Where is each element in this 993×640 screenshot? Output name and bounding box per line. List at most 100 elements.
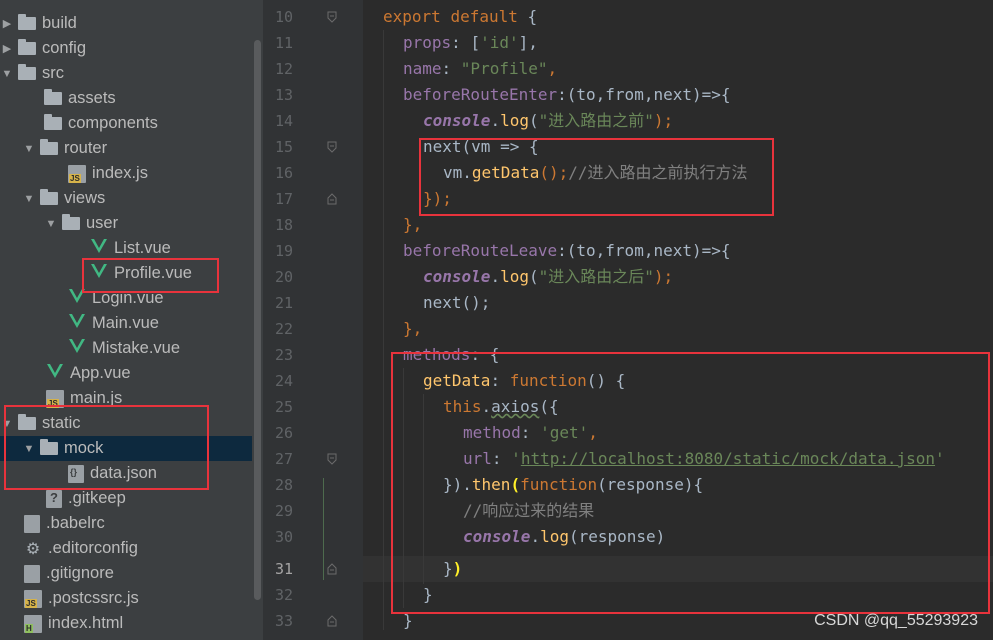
code-line-21[interactable]: next();: [423, 290, 490, 316]
line-number: 25: [274, 398, 293, 416]
unknown-file-icon: [46, 489, 62, 508]
tree-item-editorconfig[interactable]: ⚙ .editorconfig: [0, 536, 252, 561]
tree-item-label: List.vue: [114, 239, 171, 257]
folder-icon: [18, 14, 36, 30]
vue-file-icon: [68, 314, 86, 333]
js-file-icon: [68, 164, 86, 183]
tree-item-label: build: [42, 14, 77, 32]
code-line-12[interactable]: name: "Profile",: [403, 56, 557, 82]
highlight-box-profile: [82, 258, 219, 293]
gear-icon: ⚙: [25, 540, 41, 558]
code-line-20[interactable]: console.log("进入路由之后");: [423, 264, 673, 290]
tree-item-postcssrc-js[interactable]: .postcssrc.js: [0, 586, 252, 611]
line-number: 26: [274, 424, 293, 442]
tree-item-label: index.js: [92, 164, 148, 182]
tree-item-main-vue[interactable]: Main.vue: [0, 311, 252, 336]
file-icon: [24, 514, 40, 533]
fold-close-icon[interactable]: [327, 615, 337, 627]
vue-file-icon: [46, 364, 64, 383]
highlight-box-methods: [391, 352, 990, 614]
project-tree: ▶ build ▶ config ▼ src assets components…: [0, 0, 252, 640]
tree-item-label: .gitignore: [46, 564, 114, 582]
tree-item-build[interactable]: ▶ build: [0, 11, 252, 36]
html-file-icon: [24, 614, 42, 633]
js-file-icon: [24, 589, 42, 608]
tree-scrollbar-thumb[interactable]: [254, 40, 261, 600]
code-line-10[interactable]: export default {: [383, 4, 537, 30]
line-number: 12: [274, 60, 293, 78]
expand-arrow-icon[interactable]: ▶: [0, 42, 14, 55]
tree-item-babelrc[interactable]: .babelrc: [0, 511, 252, 536]
vue-file-icon: [90, 239, 108, 258]
tree-item-index-js[interactable]: index.js: [0, 161, 252, 186]
tree-item-label: router: [64, 139, 108, 157]
folder-icon: [44, 114, 62, 130]
folder-icon: [62, 214, 80, 230]
line-number: 17: [274, 190, 293, 208]
line-number: 24: [274, 372, 293, 390]
folder-icon: [18, 39, 36, 55]
tree-clipped-row: [0, 0, 100, 4]
tree-item-gitignore[interactable]: .gitignore: [0, 561, 252, 586]
tree-item-config[interactable]: ▶ config: [0, 36, 252, 61]
tree-scrollbar[interactable]: [252, 0, 263, 640]
tree-item-label: Mistake.vue: [92, 339, 181, 357]
tree-item-router[interactable]: ▼ router: [0, 136, 252, 161]
code-line-14[interactable]: console.log("进入路由之前");: [423, 108, 673, 134]
line-number: 14: [274, 112, 293, 130]
line-number: 27: [274, 450, 293, 468]
tree-item-components[interactable]: components: [0, 111, 252, 136]
fold-open-icon[interactable]: [327, 141, 337, 153]
line-number: 19: [274, 242, 293, 260]
collapse-arrow-icon[interactable]: ▼: [0, 68, 14, 80]
fold-open-icon[interactable]: [327, 11, 337, 23]
line-number: 29: [274, 502, 293, 520]
code-line-22[interactable]: },: [403, 316, 422, 342]
expand-arrow-icon[interactable]: ▶: [0, 17, 14, 30]
fold-close-icon[interactable]: [327, 563, 337, 575]
line-number: 30: [274, 528, 293, 546]
code-line-19[interactable]: beforeRouteLeave:(to,from,next)=>{: [403, 238, 731, 264]
fold-close-icon[interactable]: [327, 193, 337, 205]
line-number: 32: [274, 586, 293, 604]
folder-icon: [18, 64, 36, 80]
tree-item-index-html[interactable]: index.html: [0, 611, 252, 636]
line-number: 10: [274, 8, 293, 26]
tree-item-label: Main.vue: [92, 314, 159, 332]
line-number: 13: [274, 86, 293, 104]
tree-item-app-vue[interactable]: App.vue: [0, 361, 252, 386]
code-line-11[interactable]: props: ['id'],: [403, 30, 538, 56]
tree-item-label: assets: [68, 89, 116, 107]
folder-icon: [44, 89, 62, 105]
highlight-box-static-mock: [4, 405, 209, 490]
tree-item-label: .editorconfig: [48, 539, 138, 557]
tree-item-label: .gitkeep: [68, 489, 126, 507]
tree-item-label: views: [64, 189, 106, 207]
tree-item-assets[interactable]: assets: [0, 86, 252, 111]
line-number: 21: [274, 294, 293, 312]
line-number: 28: [274, 476, 293, 494]
line-number: 16: [274, 164, 293, 182]
tree-item-src[interactable]: ▼ src: [0, 61, 252, 86]
fold-open-icon[interactable]: [327, 453, 337, 465]
tree-item-label: user: [86, 214, 119, 232]
code-line-13[interactable]: beforeRouteEnter:(to,from,next)=>{: [403, 82, 731, 108]
tree-item-label: config: [42, 39, 87, 57]
file-icon: [24, 564, 40, 583]
collapse-arrow-icon[interactable]: ▼: [22, 143, 36, 155]
line-number: 18: [274, 216, 293, 234]
line-number: 11: [274, 34, 293, 52]
collapse-arrow-icon[interactable]: ▼: [44, 218, 58, 230]
line-number: 23: [274, 346, 293, 364]
tree-item-user[interactable]: ▼ user: [0, 211, 252, 236]
line-number: 33: [274, 612, 293, 630]
line-number-current: 31: [274, 560, 293, 578]
tree-item-mistake-vue[interactable]: Mistake.vue: [0, 336, 252, 361]
tree-item-views[interactable]: ▼ views: [0, 186, 252, 211]
watermark: CSDN @qq_55293923: [814, 612, 978, 629]
collapse-arrow-icon[interactable]: ▼: [22, 193, 36, 205]
change-marker: [323, 478, 324, 580]
line-number: 15: [274, 138, 293, 156]
line-number: 22: [274, 320, 293, 338]
tree-item-label: .postcssrc.js: [48, 589, 139, 607]
